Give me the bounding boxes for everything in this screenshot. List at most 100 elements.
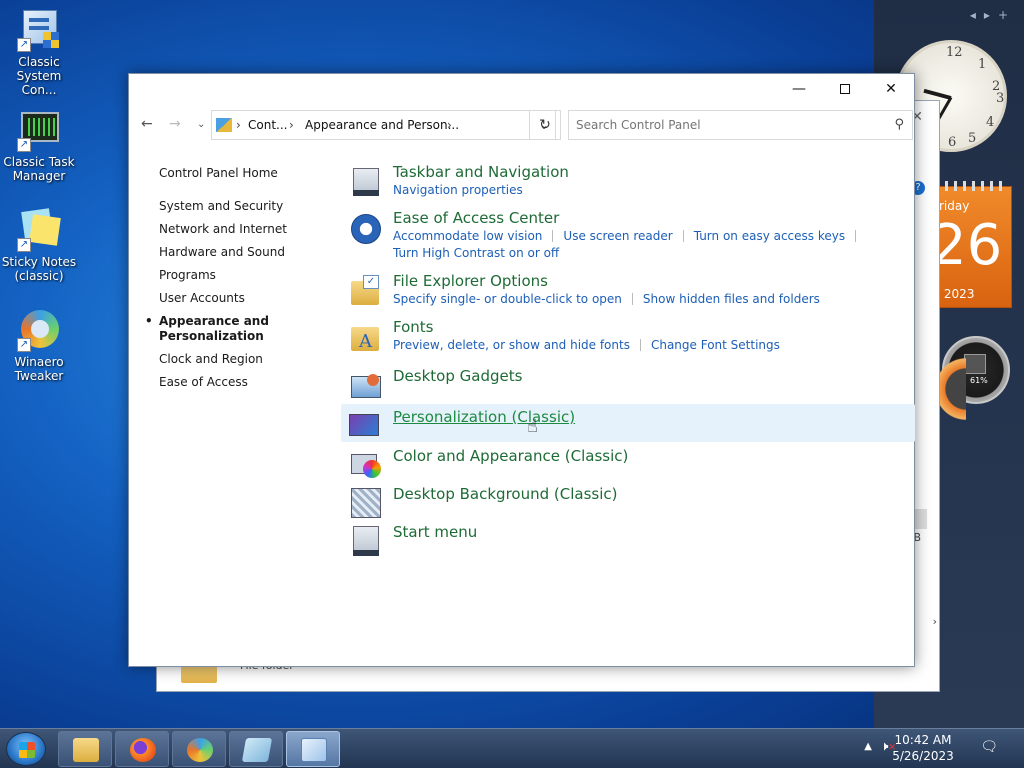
taskbar-firefox[interactable] (115, 731, 169, 767)
control-panel-icon (301, 738, 327, 762)
desktop-icon-classic-system-control[interactable]: ↗ Classic System Con... (0, 8, 78, 97)
category-title[interactable]: Start menu (393, 520, 905, 542)
forward-arrow-icon[interactable]: → (169, 116, 181, 132)
search-icon: ⚲ (894, 117, 904, 132)
gadget-nav-controls[interactable]: ◂▸+ (970, 8, 1016, 22)
ease-of-access-icon (349, 212, 381, 244)
link-use-screen-reader[interactable]: Use screen reader (563, 229, 672, 243)
category-start-menu: Start menu (345, 520, 905, 558)
link-accommodate-low-vision[interactable]: Accommodate low vision (393, 229, 542, 243)
breadcrumb-control-panel[interactable]: Cont... (248, 111, 287, 139)
category-personalization-classic[interactable]: Personalization (Classic) ☝ (341, 404, 915, 442)
category-title[interactable]: Ease of Access Center (393, 208, 905, 228)
nav-system-security[interactable]: System and Security (159, 195, 329, 218)
nav-user-accounts[interactable]: User Accounts (159, 287, 329, 310)
notes-icon (241, 738, 273, 762)
nav-network-internet[interactable]: Network and Internet (159, 218, 329, 241)
clock-datetime[interactable]: 10:42 AM 5/26/2023 (888, 732, 958, 764)
category-taskbar-navigation: Taskbar and Navigation Navigation proper… (345, 162, 905, 208)
winaero-tweaker-icon (187, 738, 213, 762)
close-button[interactable]: ✕ (868, 74, 914, 106)
desktop-icon-label: Winaero Tweaker (14, 355, 64, 383)
desktop-icon-label: Classic System Con... (16, 55, 62, 97)
control-panel-icon: ↗ (17, 8, 61, 52)
control-panel-window[interactable]: — ✕ ← → ⌄ › Cont... › Appearance and Per… (128, 73, 915, 667)
clock-date: 5/26/2023 (892, 749, 954, 763)
minimize-button[interactable]: — (776, 74, 822, 106)
taskbar-notes[interactable] (229, 731, 283, 767)
title-bar[interactable]: — ✕ (129, 74, 914, 106)
recent-locations-icon[interactable]: ⌄ (197, 119, 205, 130)
category-desktop-gadgets: Desktop Gadgets (345, 366, 905, 404)
control-panel-icon (216, 118, 232, 132)
taskbar-file-explorer[interactable] (58, 731, 112, 767)
nav-ease-of-access[interactable]: Ease of Access (159, 371, 329, 394)
windows-logo-icon (19, 742, 35, 758)
link-easy-access-keys[interactable]: Turn on easy access keys (694, 229, 845, 243)
sticky-notes-icon: ↗ (17, 208, 61, 252)
mouse-pointer-icon: ☝ (527, 416, 538, 437)
calendar-day: 26 (931, 213, 1003, 278)
nav-control-panel-home[interactable]: Control Panel Home (159, 162, 329, 185)
taskbar-icon (349, 166, 381, 198)
search-input[interactable] (569, 111, 869, 139)
notifications-icon[interactable]: 🗨 (980, 739, 998, 755)
left-navigation: Control Panel Home System and Security N… (145, 162, 329, 394)
link-high-contrast[interactable]: Turn High Contrast on or off (393, 246, 559, 260)
breadcrumb-separator[interactable]: › (236, 111, 241, 139)
category-desktop-background-classic: Desktop Background (Classic) (345, 482, 905, 520)
maximize-button[interactable] (822, 74, 868, 106)
link-preview-fonts[interactable]: Preview, delete, or show and hide fonts (393, 338, 630, 352)
link-single-double-click[interactable]: Specify single- or double-click to open (393, 292, 622, 306)
maximize-icon (840, 84, 850, 94)
desktop-icon-classic-task-manager[interactable]: ↗ Classic Task Manager (0, 108, 78, 183)
calendar-day-of-week: riday (939, 199, 970, 213)
navigation-bar: ← → ⌄ › Cont... › Appearance and Person.… (129, 110, 914, 142)
nav-appearance-personalization[interactable]: Appearance and Personalization (145, 314, 269, 344)
system-tray: ▲ 🕨✕ 10:42 AM 5/26/2023 🗨 (844, 729, 1024, 768)
link-navigation-properties[interactable]: Navigation properties (393, 183, 523, 197)
gadgets-icon (349, 370, 381, 402)
taskbar-winaero-tweaker[interactable] (172, 731, 226, 767)
desktop-icon-label: Sticky Notes (classic) (1, 255, 77, 283)
nav-hardware-sound[interactable]: Hardware and Sound (159, 241, 329, 264)
start-button[interactable] (6, 732, 46, 766)
desktop-background-icon (349, 486, 381, 518)
clock-time: 10:42 AM (894, 733, 952, 747)
category-title[interactable]: Desktop Background (Classic) (393, 482, 905, 504)
category-title[interactable]: Personalization (Classic) (393, 404, 915, 427)
color-appearance-icon (349, 448, 381, 480)
taskbar-control-panel[interactable] (286, 731, 340, 767)
show-hidden-icons-icon[interactable]: ▲ (864, 741, 872, 752)
category-title[interactable]: Taskbar and Navigation (393, 162, 905, 182)
start-menu-icon (349, 524, 381, 556)
category-title[interactable]: Fonts (393, 317, 905, 337)
desktop-icon-label: Classic Task Manager (3, 155, 75, 183)
breadcrumb-separator[interactable]: › (289, 111, 294, 139)
category-fonts: A Fonts Preview, delete, or show and hid… (345, 317, 905, 366)
search-box[interactable]: ⚲ (568, 110, 913, 140)
link-change-font-settings[interactable]: Change Font Settings (651, 338, 780, 352)
link-show-hidden-files[interactable]: Show hidden files and folders (643, 292, 820, 306)
category-title[interactable]: Color and Appearance (Classic) (393, 444, 905, 466)
scroll-right-icon[interactable]: › (933, 615, 937, 628)
personalization-icon (347, 408, 379, 440)
task-manager-icon: ↗ (17, 108, 61, 152)
firefox-icon (130, 738, 156, 762)
category-title[interactable]: Desktop Gadgets (393, 366, 905, 386)
file-explorer-icon (73, 738, 99, 762)
meter-percent: 61% (970, 376, 988, 385)
folder-options-icon: ✓ (349, 275, 381, 307)
desktop-icon-sticky-notes[interactable]: ↗ Sticky Notes (classic) (0, 208, 78, 283)
breadcrumb-appearance[interactable]: Appearance and Person... (305, 111, 459, 139)
nav-programs[interactable]: Programs (159, 264, 329, 287)
desktop-icon-winaero-tweaker[interactable]: ↗ Winaero Tweaker (0, 308, 78, 383)
nav-clock-region[interactable]: Clock and Region (159, 348, 329, 371)
category-title[interactable]: File Explorer Options (393, 271, 905, 291)
address-bar[interactable]: › Cont... › Appearance and Person... › ⌄ (211, 110, 556, 140)
back-arrow-icon[interactable]: ← (141, 116, 153, 132)
refresh-button[interactable]: ↻ (529, 110, 561, 140)
breadcrumb-separator[interactable]: › (447, 111, 452, 139)
category-color-appearance-classic: Color and Appearance (Classic) (345, 444, 905, 482)
scrollbar-thumb[interactable] (913, 509, 927, 529)
